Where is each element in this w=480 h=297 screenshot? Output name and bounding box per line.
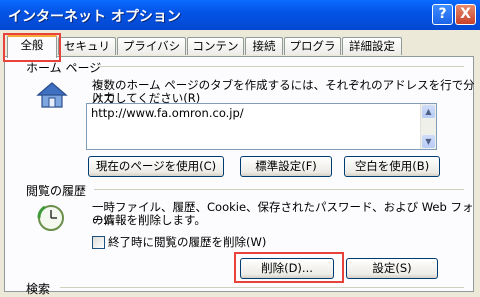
search-group-label: 検索 — [26, 282, 51, 296]
close-button[interactable]: X — [455, 4, 476, 25]
history-group-divider — [94, 189, 464, 190]
use-default-button[interactable]: 標準設定(F) — [240, 156, 332, 177]
help-button[interactable]: ? — [432, 4, 453, 25]
url-scrollbar[interactable]: ▲ ▼ — [420, 104, 436, 149]
tab-strip: 全般 セキュリティ プライバシー コンテンツ 接続 プログラム 詳細設定 — [4, 35, 476, 70]
tab-privacy[interactable]: プライバシー — [117, 37, 186, 70]
home-group-divider — [98, 66, 464, 67]
tab-connections[interactable]: 接続 — [245, 37, 283, 55]
use-current-button[interactable]: 現在のページを使用(C) — [88, 156, 224, 177]
history-settings-button[interactable]: 設定(S) — [346, 258, 438, 279]
history-desc-line2: の情報を削除します。 — [92, 213, 206, 227]
general-tab-highlight — [3, 33, 61, 62]
delete-button-highlight — [234, 252, 344, 283]
tab-security[interactable]: セキュリティ — [58, 37, 116, 70]
window-title: インターネット オプション — [8, 9, 181, 25]
tab-advanced[interactable]: 詳細設定 — [342, 37, 402, 55]
title-bar[interactable]: インターネット オプション ? X — [0, 0, 480, 30]
search-group-divider — [60, 287, 464, 288]
delete-on-exit-label: 終了時に閲覧の履歴を削除(W) — [108, 235, 267, 249]
scroll-down-icon[interactable]: ▼ — [422, 135, 435, 148]
home-url-textarea[interactable]: http://www.fa.omron.co.jp/ ▲ ▼ — [86, 103, 437, 150]
delete-on-exit-checkbox[interactable] — [92, 236, 105, 249]
tab-content[interactable]: コンテンツ — [187, 37, 244, 70]
use-blank-button[interactable]: 空白を使用(B) — [344, 156, 440, 177]
home-icon — [36, 82, 68, 108]
tab-programs[interactable]: プログラム — [284, 37, 341, 70]
history-clock-icon — [37, 205, 64, 231]
history-group-label: 閲覧の履歴 — [26, 184, 87, 198]
home-url-value: http://www.fa.omron.co.jp/ — [91, 106, 244, 120]
scroll-up-icon[interactable]: ▲ — [422, 105, 435, 118]
